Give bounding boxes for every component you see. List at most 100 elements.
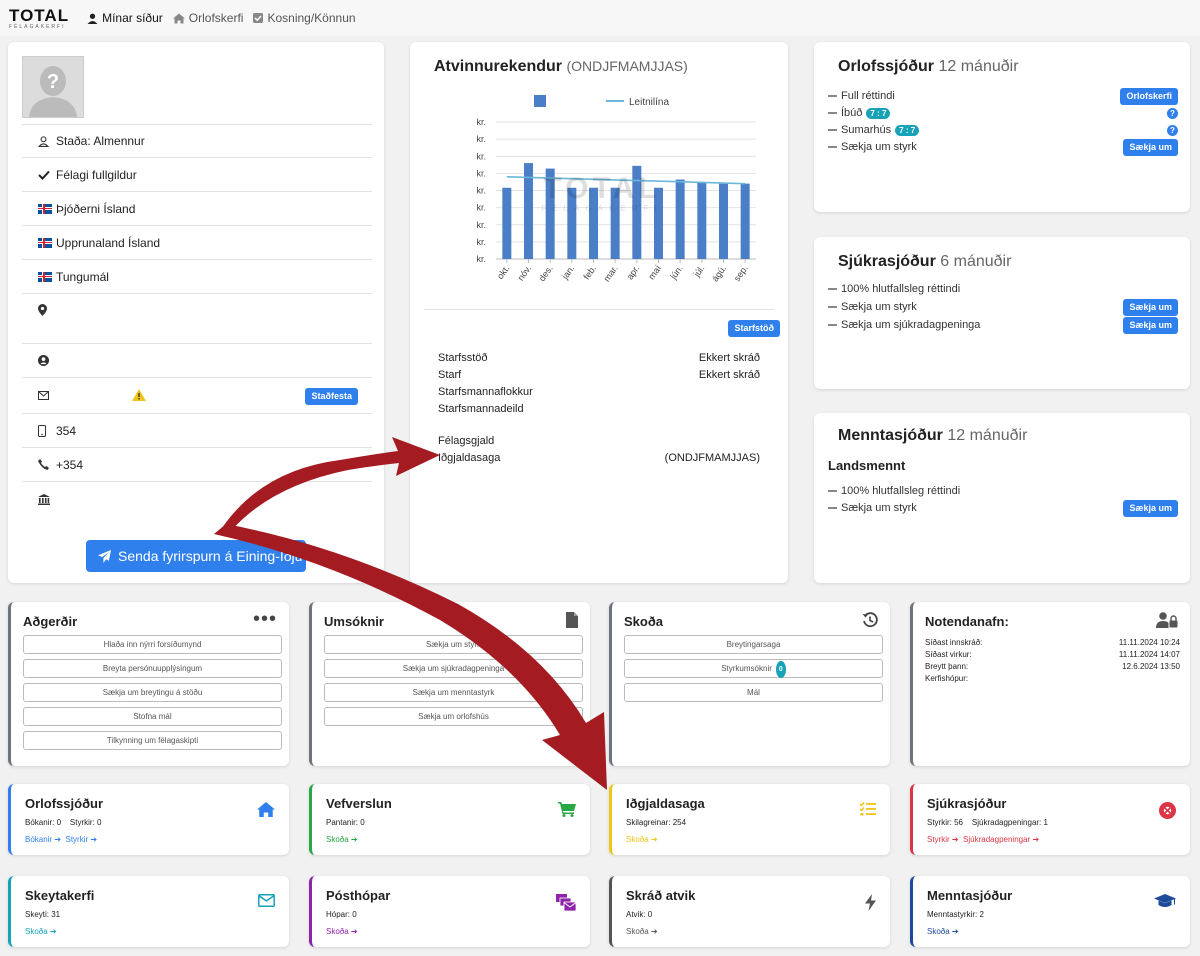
x-tick-label: mar.: [602, 263, 620, 283]
tile-subtitle: Atvik: 0: [626, 910, 653, 919]
actions-title: Aðgerðir: [23, 614, 78, 629]
bookings-link[interactable]: Bókanir: [25, 835, 52, 844]
profile-row-email: Staðfesta: [22, 378, 372, 414]
nav-item-my-pages[interactable]: Mínar síður: [87, 11, 163, 25]
apply-sick-pay-button[interactable]: Sækja um: [1123, 316, 1178, 334]
tile-subtitle: Skilagreinar: 254: [626, 818, 687, 827]
fund-row: 100% hlutfallsleg réttindi: [828, 281, 1178, 297]
tile-sickness-fund[interactable]: Sjúkrasjóður Styrkir: 56 Sjúkradagpening…: [910, 784, 1190, 855]
fund-row: Full réttindi Orlofskerfi: [828, 87, 1178, 105]
grant-applications-button[interactable]: Styrkumsóknir 0: [624, 659, 883, 678]
y-tick-label: kr.: [476, 254, 486, 264]
changed-row: Breytt þann: 12.6.2024 13:50: [925, 662, 1180, 671]
view-link[interactable]: Skoða: [326, 927, 349, 936]
sick-pay-link[interactable]: Sjúkradagpeningar: [963, 835, 1030, 844]
life-ring-icon: [1159, 802, 1176, 824]
fund-row: Sækja um styrk Sækja um: [828, 138, 1178, 156]
tile-webshop[interactable]: Vefverslun Pantanir: 0 Skoða ➔: [309, 784, 590, 855]
change-history-button[interactable]: Breytingarsaga: [624, 635, 883, 654]
apply-grant-button[interactable]: Sækja um: [1123, 138, 1178, 156]
union-transfer-button[interactable]: Tilkynning um félagaskipti: [23, 731, 282, 750]
ellipsis-icon[interactable]: •••: [253, 609, 277, 629]
request-status-change-button[interactable]: Sækja um breytingu á stöðu: [23, 683, 282, 702]
info-value: 11.11.2024 10:24: [1118, 638, 1180, 647]
education-fund-subtitle: Landsmennt: [828, 458, 906, 473]
x-tick-label: jan.: [559, 263, 576, 281]
fund-row: Íbúð 7 : 7?: [828, 105, 1178, 121]
legend-trend-label: Leitnilína: [629, 97, 669, 108]
send-inquiry-button[interactable]: Senda fyrirspurn á Eining-Iðju: [86, 540, 306, 572]
grants-link[interactable]: Styrkir: [66, 835, 89, 844]
iceland-flag-icon: [38, 237, 56, 248]
apply-grant-button[interactable]: Sækja um: [1123, 298, 1178, 316]
apply-education-grant-link[interactable]: Sækja um menntastyrk: [324, 683, 583, 702]
tile-messaging[interactable]: Skeytakerfi Skeyti: 31 Skoða ➔: [8, 876, 289, 947]
detail-value: (ONDJFMAMJJAS): [664, 452, 760, 464]
vacation-fund-period: 12 mánuðir: [938, 58, 1019, 75]
chart-bar: [697, 182, 707, 259]
confirm-email-button[interactable]: Staðfesta: [305, 388, 358, 405]
fund-row-label: Full réttindi: [841, 90, 895, 102]
envelope-icon: [38, 391, 56, 400]
legend-bar-swatch: [534, 95, 546, 107]
view-link[interactable]: Skoða: [326, 835, 349, 844]
view-link[interactable]: Skoða: [626, 927, 649, 936]
tile-title: Pósthópar: [326, 888, 391, 903]
grants-link[interactable]: Styrkir: [927, 835, 950, 844]
tile-title: Vefverslun: [326, 796, 392, 811]
bank-icon: [38, 493, 56, 505]
logo-text: TOTAL: [9, 5, 70, 25]
bolt-icon: [865, 894, 876, 916]
nav-item-vacation-system[interactable]: Orlofskerfi: [172, 11, 243, 25]
y-tick-label: kr.: [476, 168, 486, 178]
tile-contribution-history[interactable]: Iðgjaldasaga Skilagreinar: 254 Skoða ➔: [609, 784, 890, 855]
apply-vacation-house-link[interactable]: Sækja um orlofshús: [324, 707, 583, 726]
upload-cover-photo-button[interactable]: Hlaða inn nýrri forsíðumynd: [23, 635, 282, 654]
apply-grant-button[interactable]: Sækja um: [1123, 499, 1178, 517]
profile-nationality-text: Þjóðerni Ísland: [56, 201, 136, 216]
create-case-button[interactable]: Stofna mál: [23, 707, 282, 726]
sickness-fund-name: Sjúkrasjóður: [838, 253, 936, 270]
nav-item-voting[interactable]: Kosning/Könnun: [253, 11, 356, 25]
detail-label: Félagsgjald: [438, 435, 495, 447]
tile-links: Skoða ➔: [25, 927, 57, 936]
last-login-row: Síðast innskráð: 11.11.2024 10:24: [925, 638, 1180, 647]
fund-row-label: Sækja um sjúkradagpeninga: [841, 319, 981, 331]
profile-origin-text: Upprunaland Ísland: [56, 235, 161, 250]
tile-education-fund[interactable]: Menntasjóður Menntastyrkir: 2 Skoða ➔: [910, 876, 1190, 947]
apply-grant-link[interactable]: Sækja um styrk: [324, 635, 583, 654]
tile-registered-incidents[interactable]: Skráð atvik Atvik: 0 Skoða ➔: [609, 876, 890, 947]
x-tick-label: maí: [646, 263, 663, 281]
chart-bar: [502, 187, 512, 259]
y-tick-label: kr.: [476, 117, 486, 127]
view-link[interactable]: Skoða: [626, 835, 649, 844]
x-tick-label: júl.: [691, 263, 706, 279]
workplace-button[interactable]: Starfstöð: [728, 320, 780, 337]
tile-vacation-fund[interactable]: Orlofssjóður Bókanir: 0 Styrkir: 0 Bókan…: [8, 784, 289, 855]
y-tick-label: kr.: [476, 134, 486, 144]
tile-mail-groups[interactable]: Pósthópar Hópar: 0 Skoða ➔: [309, 876, 590, 947]
x-tick-label: jún.: [668, 263, 685, 281]
vacation-system-button[interactable]: Orlofskerfi: [1120, 87, 1178, 105]
help-icon[interactable]: ?: [1167, 124, 1178, 136]
mobile-icon: [38, 424, 56, 437]
help-icon[interactable]: ?: [1167, 107, 1178, 119]
fund-row: Sækja um styrk Sækja um: [828, 298, 1178, 316]
history-icon: [862, 612, 878, 633]
view-link[interactable]: Skoða: [927, 927, 950, 936]
profile-row-address: [22, 294, 372, 344]
detail-value: Ekkert skráð: [698, 369, 760, 381]
apply-sick-pay-link[interactable]: Sækja um sjúkradagpeninga: [324, 659, 583, 678]
detail-row: Starfsmannadeild: [438, 403, 760, 420]
avatar-placeholder-icon: ?: [23, 57, 83, 117]
avatar[interactable]: ?: [22, 56, 84, 118]
applications-title: Umsóknir: [324, 614, 384, 629]
grant-applications-badge: 0: [775, 661, 786, 678]
view-link[interactable]: Skoða: [25, 927, 48, 936]
logo[interactable]: TOTAL FÉLAGAKERFI: [9, 7, 69, 30]
detail-row: Félagsgjald: [438, 435, 760, 452]
education-fund-period: 12 mánuðir: [947, 427, 1028, 444]
edit-personal-info-button[interactable]: Breyta persónuupplýsingum: [23, 659, 282, 678]
chart-bar: [545, 168, 555, 259]
cases-button[interactable]: Mál: [624, 683, 883, 702]
